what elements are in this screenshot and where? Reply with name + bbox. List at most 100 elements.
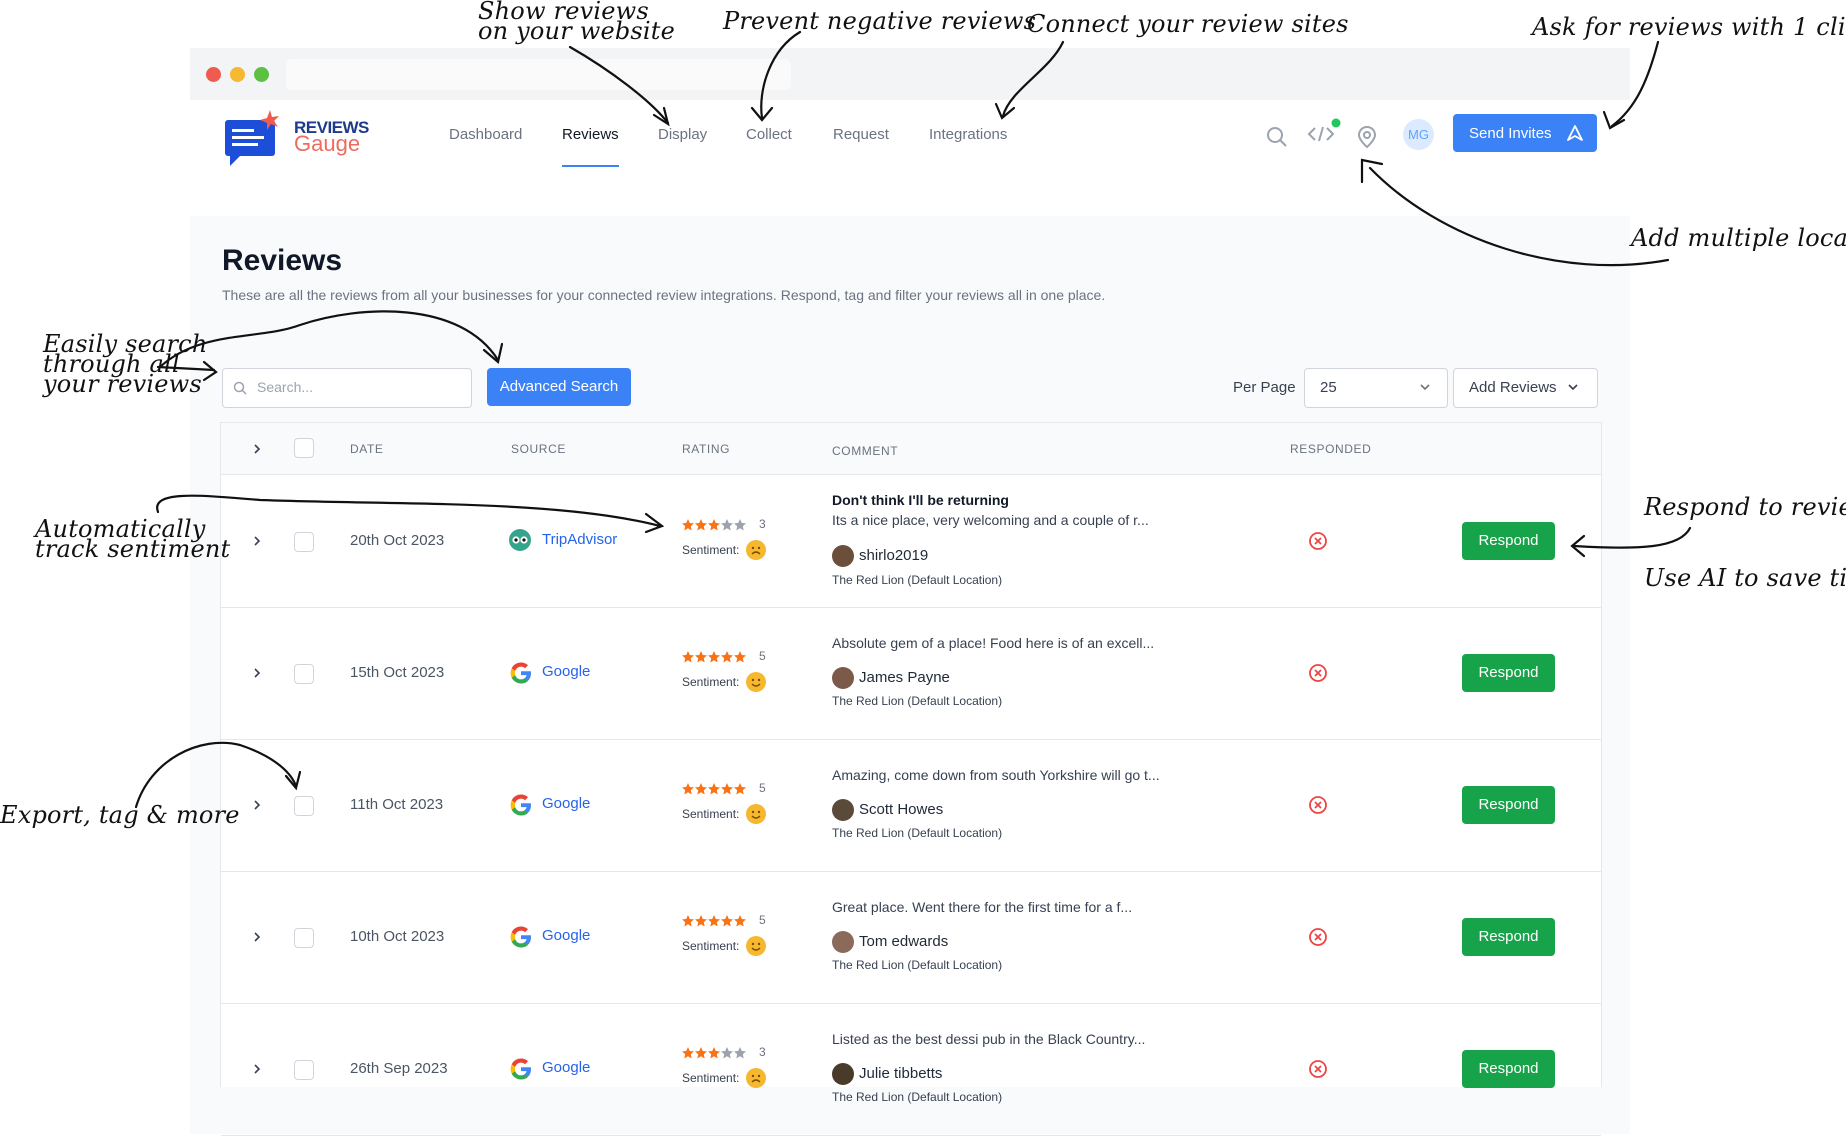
review-date: 10th Oct 2023 [350,928,445,945]
star-icon [682,651,694,663]
col-responded[interactable]: RESPONDED [1290,442,1371,456]
search-field-icon [233,381,247,395]
google-icon [510,926,531,948]
browser-chrome [190,48,1630,100]
star-rating [682,1047,746,1059]
nav-dashboard[interactable]: Dashboard [449,126,522,143]
review-source-link[interactable]: Google [542,663,590,680]
col-date[interactable]: DATE [350,442,384,456]
nav-integrations[interactable]: Integrations [929,126,1007,143]
star-icon [734,651,746,663]
review-location: The Red Lion (Default Location) [832,573,1003,587]
table-row[interactable]: 15th Oct 2023 Google 5 Sentiment: Absolute g… [221,607,1601,740]
comment-text: Amazing, come down from south Yorkshire … [832,767,1160,783]
page-title: Reviews [222,244,343,277]
star-icon [708,783,720,795]
star-rating [682,519,746,531]
minimize-window-dot[interactable] [230,67,245,82]
expand-all-chevron-icon[interactable] [251,443,263,455]
sentiment-label: Sentiment: [682,543,740,557]
star-icon [682,783,694,795]
expand-row-chevron-icon[interactable] [251,799,263,811]
maximize-window-dot[interactable] [254,67,269,82]
table-row[interactable]: 26th Sep 2023 Google 3 Sentiment: Listed as … [221,1003,1601,1136]
row-checkbox[interactable] [294,664,314,684]
expand-row-chevron-icon[interactable] [251,535,263,547]
star-icon [734,1047,746,1059]
send-invites-button[interactable]: Send Invites [1453,114,1597,152]
star-icon [721,783,733,795]
review-date: 15th Oct 2023 [350,664,445,681]
star-icon [695,783,707,795]
expand-row-chevron-icon[interactable] [251,667,263,679]
col-rating[interactable]: RATING [682,442,730,456]
chevron-down-icon [1568,384,1578,391]
review-source-link[interactable]: Google [542,1059,590,1076]
annotation-export: Export, tag & more [0,801,240,829]
annotation-ai: Use AI to save time [1644,564,1846,592]
nav-collect[interactable]: Collect [746,126,792,143]
comment-text: Listed as the best dessi pub in the Blac… [832,1031,1146,1047]
search-input[interactable] [255,378,459,396]
annotation-search-3: your reviews [43,370,202,398]
author-name: Tom edwards [859,933,949,950]
star-icon [708,1047,720,1059]
sentiment-face-icon [746,1068,766,1088]
top-nav [190,100,1630,216]
table-row[interactable]: 10th Oct 2023 Google 5 Sentiment: Great plac… [221,871,1601,1004]
star-icon [721,519,733,531]
respond-button[interactable]: Respond [1462,522,1555,560]
location-pin-icon[interactable] [1357,125,1377,149]
search-icon[interactable] [1266,126,1288,148]
expand-row-chevron-icon[interactable] [251,931,263,943]
star-rating [682,651,746,663]
per-page-label: Per Page [1233,379,1296,396]
annotation-connect: Connect your review sites [1027,10,1349,38]
review-source-link[interactable]: Google [542,795,590,812]
row-checkbox[interactable] [294,928,314,948]
source-icon-wrap [509,925,533,954]
author-avatar [832,667,854,689]
comment-text: Its a nice place, very welcoming and a c… [832,512,1149,528]
select-all-checkbox[interactable] [294,438,314,458]
respond-button[interactable]: Respond [1462,654,1555,692]
add-reviews-dropdown[interactable]: Add Reviews [1453,368,1598,408]
review-source-link[interactable]: TripAdvisor [542,531,617,548]
nav-display[interactable]: Display [658,126,707,143]
embed-code-icon[interactable] [1307,118,1341,146]
rating-number: 3 [759,1045,766,1059]
close-window-dot[interactable] [206,67,221,82]
source-icon-wrap [509,1057,533,1086]
respond-button[interactable]: Respond [1462,1050,1555,1088]
per-page-select[interactable]: 25 [1304,368,1448,408]
row-checkbox[interactable] [294,1060,314,1080]
expand-row-chevron-icon[interactable] [251,1063,263,1075]
nav-reviews[interactable]: Reviews [562,126,619,143]
author-avatar [832,931,854,953]
sentiment-label: Sentiment: [682,675,740,689]
not-responded-icon [1309,1060,1327,1078]
star-icon [734,783,746,795]
respond-button[interactable]: Respond [1462,786,1555,824]
row-checkbox[interactable] [294,796,314,816]
row-checkbox[interactable] [294,532,314,552]
comment-text: Absolute gem of a place! Food here is of… [832,635,1155,651]
nav-request[interactable]: Request [833,126,889,143]
advanced-search-button[interactable]: Advanced Search [487,368,631,406]
source-icon-wrap [509,793,533,822]
address-bar[interactable] [286,59,791,90]
respond-button[interactable]: Respond [1462,918,1555,956]
star-icon [695,1047,707,1059]
table-row[interactable]: 11th Oct 2023 Google 5 Sentiment: Amazing, c… [221,739,1601,872]
sentiment-face-icon [746,540,766,560]
col-comment[interactable]: COMMENT [832,444,898,458]
star-icon [721,1047,733,1059]
table-header: DATE SOURCE RATING COMMENT RESPONDED [221,423,1601,475]
star-icon [721,651,733,663]
user-avatar[interactable]: MG [1403,119,1434,150]
rating-number: 5 [759,913,766,927]
review-source-link[interactable]: Google [542,927,590,944]
table-row[interactable]: 20th Oct 2023 TripAdvisor 3 Sentiment: Don't… [221,475,1601,608]
star-icon [708,915,720,927]
col-source[interactable]: SOURCE [511,442,566,456]
